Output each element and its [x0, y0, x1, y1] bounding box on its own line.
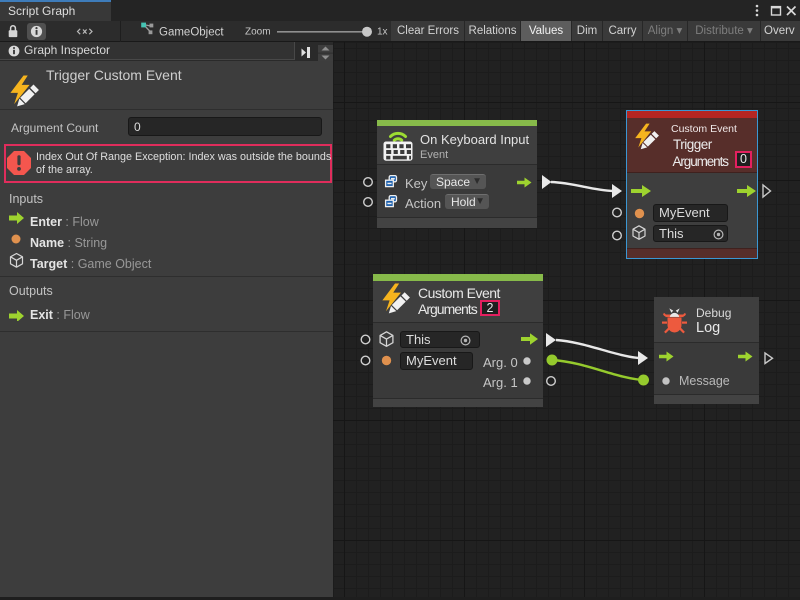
svg-text:1x: 1x [377, 27, 388, 38]
svg-text:GameObject: GameObject [159, 27, 224, 39]
svg-text:Zoom: Zoom [245, 27, 271, 38]
